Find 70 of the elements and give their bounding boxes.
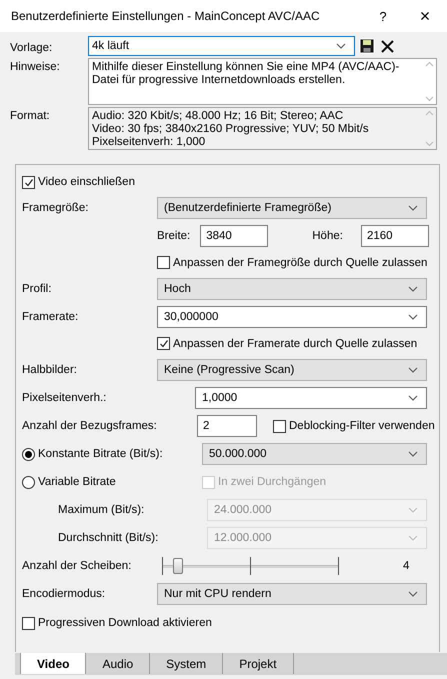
- field-label: Framegröße:: [22, 202, 90, 214]
- radio-label: Konstante Bitrate (Bit/s):: [38, 448, 163, 460]
- checkbox-label: Anpassen der Framerate durch Quelle zulassen: [173, 338, 418, 350]
- scroll-up-icon: [424, 61, 434, 67]
- checkbox[interactable]: [157, 256, 170, 269]
- dropdown[interactable]: Nur mit CPU rendern: [157, 583, 427, 605]
- checkbox-label: Progressiven Download aktivieren: [38, 617, 212, 629]
- chevron-down-icon: [408, 395, 418, 401]
- field-label: Anzahl der Bezugsframes:: [22, 420, 158, 432]
- dropdown[interactable]: 30,000000: [157, 306, 427, 328]
- radio-button[interactable]: [22, 448, 35, 460]
- field-label: Pixelseitenverh.:: [22, 392, 108, 404]
- checkbox-label: Deblocking-Filter verwenden: [289, 420, 435, 432]
- field-label: Vorlage:: [10, 40, 54, 54]
- window-title: Benutzerdefinierte Einstellungen - MainConcept AVC/AAC: [11, 9, 321, 23]
- field-label: Maximum (Bit/s):: [57, 504, 146, 516]
- help-button[interactable]: ?: [363, 8, 403, 24]
- dropdown[interactable]: (Benutzerdefinierte Framegröße): [157, 197, 427, 219]
- dropdown[interactable]: Keine (Progressive Scan): [157, 359, 427, 381]
- chevron-down-icon: [336, 43, 346, 49]
- chevron-down-icon: [408, 205, 418, 211]
- checkbox-label: In zwei Durchgängen: [218, 476, 326, 488]
- chevron-down-icon: [408, 507, 418, 513]
- field-label: Hinweise:: [10, 60, 61, 73]
- text-line: Audio: 320 Kbit/s; 48.000 Hz; 16 Bit; Stereo; AAC: [92, 110, 344, 123]
- chevron-down-icon: [408, 591, 418, 597]
- checkbox[interactable]: [157, 337, 170, 350]
- scroll-down-icon: [424, 96, 434, 102]
- checkbox[interactable]: [22, 176, 35, 188]
- checkbox-label: Anpassen der Framegröße durch Quelle zulassen: [173, 256, 428, 268]
- text-line: Mithilfe dieser Einstellung können Sie eine MP4 (AVC/AAC)-: [92, 61, 400, 74]
- field-label: Anzahl der Scheiben:: [22, 560, 132, 572]
- chevron-down-icon: [408, 314, 418, 320]
- input-field[interactable]: 2160: [360, 225, 429, 247]
- input-field[interactable]: 3840: [200, 225, 268, 247]
- chevron-down-icon: [408, 367, 418, 373]
- field-label: Höhe:: [312, 230, 343, 242]
- checkbox[interactable]: [273, 420, 286, 432]
- text-line: Video: 30 fps; 3840x2160 Progressive; YUV; 50 Mbit/s: [92, 123, 370, 136]
- radio-label: Variable Bitrate: [38, 476, 116, 488]
- field-label: Durchschnitt (Bit/s):: [57, 532, 160, 544]
- slider-thumb[interactable]: [172, 558, 183, 574]
- chevron-down-icon: [408, 535, 418, 541]
- field-label: Halbbilder:: [22, 364, 78, 376]
- checkmark-icon: [24, 178, 34, 186]
- field-label: Format:: [10, 109, 51, 122]
- close-button[interactable]: ×: [403, 6, 447, 26]
- delete-icon[interactable]: [381, 40, 394, 52]
- tab[interactable]: Video: [20, 653, 86, 674]
- field-label: Breite:: [157, 230, 190, 242]
- text-line: Datei für progressive Internetdownloads erstellen.: [92, 74, 346, 87]
- dropdown[interactable]: Hoch: [157, 278, 427, 300]
- dropdown[interactable]: 1,0000: [195, 387, 427, 409]
- field-label: Framerate:: [22, 311, 80, 323]
- scroll-down-icon: [424, 141, 434, 147]
- chevron-down-icon: [408, 451, 418, 457]
- field-label: Encodiermodus:: [22, 588, 106, 600]
- dropdown[interactable]: 50.000.000: [202, 443, 427, 465]
- slider[interactable]: [162, 555, 338, 577]
- save-icon[interactable]: [360, 39, 374, 53]
- chevron-down-icon: [408, 286, 418, 292]
- text-line: Pixelseitenverh: 1,000: [92, 136, 206, 149]
- field-label: Profil:: [22, 283, 52, 295]
- input-field[interactable]: 2: [197, 415, 257, 437]
- checkbox[interactable]: [22, 616, 35, 630]
- scroll-up-icon: [424, 110, 434, 116]
- slider-value: 4: [403, 560, 410, 572]
- checkbox-label: Video einschließen: [38, 176, 135, 188]
- template-combo[interactable]: 4k läuft: [88, 36, 355, 56]
- checkmark-icon: [158, 339, 168, 348]
